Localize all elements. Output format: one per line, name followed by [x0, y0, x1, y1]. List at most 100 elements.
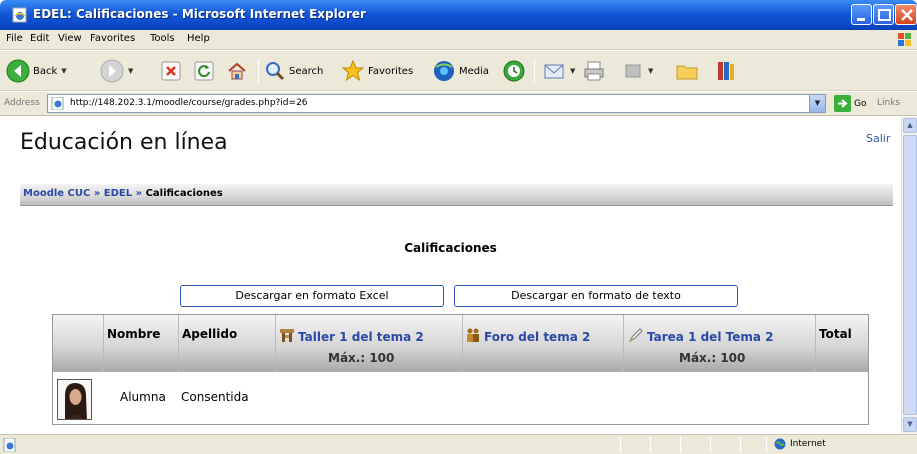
- column-header-surname[interactable]: Apellido: [182, 327, 237, 341]
- media-button[interactable]: Media: [432, 56, 489, 86]
- address-label: Address: [4, 98, 40, 108]
- history-button[interactable]: [502, 56, 526, 86]
- folder-button[interactable]: [675, 56, 699, 86]
- folder-icon: [676, 65, 698, 80]
- ie-page-icon: [51, 97, 64, 110]
- links-toolbar-button[interactable]: Links: [877, 98, 900, 108]
- toolbar-separator: [258, 59, 259, 83]
- maximize-icon: [878, 9, 891, 21]
- page-content: Educación en línea Salir Moodle CUC » ED…: [0, 117, 901, 434]
- status-separator: [740, 437, 741, 453]
- go-arrow-icon: [834, 95, 851, 112]
- menu-file[interactable]: File: [6, 33, 23, 44]
- maximize-button[interactable]: [873, 4, 894, 25]
- search-icon: [266, 62, 285, 81]
- ie-page-icon: [12, 7, 27, 23]
- column-header-total[interactable]: Total: [819, 327, 852, 341]
- print-icon: [584, 61, 604, 81]
- minimize-button[interactable]: [851, 4, 872, 25]
- breadcrumb: Moodle CUC » EDEL » Calificaciones: [23, 188, 223, 199]
- address-dropdown-icon[interactable]: ▼: [809, 95, 825, 112]
- back-dropdown-icon[interactable]: ▼: [61, 67, 66, 75]
- page-heading: Calificaciones: [404, 241, 497, 255]
- research-button[interactable]: [713, 56, 737, 86]
- menu-favorites[interactable]: Favorites: [90, 33, 135, 44]
- address-input[interactable]: http://148.202.3.1/moodle/course/grades.…: [47, 94, 826, 113]
- history-icon: [503, 60, 525, 82]
- address-url: http://148.202.3.1/moodle/course/grades.…: [70, 98, 308, 108]
- breadcrumb-course-link[interactable]: EDEL: [104, 188, 132, 199]
- close-button[interactable]: [895, 4, 917, 25]
- menu-tools[interactable]: Tools: [150, 33, 175, 44]
- site-title: Educación en línea: [20, 130, 228, 155]
- minimize-icon: [857, 18, 865, 21]
- forward-dropdown-icon[interactable]: ▼: [128, 67, 133, 75]
- status-separator: [620, 437, 621, 453]
- scrollbar-thumb[interactable]: [903, 135, 917, 415]
- edit-page-icon: [625, 64, 641, 78]
- student-surname[interactable]: Consentida: [181, 390, 249, 404]
- download-text-button[interactable]: Descargar en formato de texto: [454, 285, 738, 307]
- edit-button[interactable]: ▼: [622, 56, 653, 86]
- media-icon: [434, 61, 454, 81]
- assignment-icon: [628, 328, 643, 343]
- go-button[interactable]: Go: [834, 95, 866, 112]
- mail-button[interactable]: ▼: [542, 56, 575, 86]
- mail-dropdown-icon[interactable]: ▼: [570, 67, 575, 75]
- workshop-icon: [280, 329, 294, 342]
- back-button[interactable]: Back ▼: [6, 56, 67, 86]
- column-header-taller[interactable]: Taller 1 del tema 2: [279, 327, 424, 344]
- column-separator: [103, 315, 104, 372]
- edit-dropdown-icon[interactable]: ▼: [648, 67, 653, 75]
- stop-button[interactable]: [160, 56, 182, 86]
- title-bar: EDEL: Calificaciones - Microsoft Interne…: [0, 0, 917, 30]
- column-header-name[interactable]: Nombre: [107, 327, 160, 341]
- toolbar-separator: [534, 59, 535, 83]
- research-book-icon: [718, 62, 734, 80]
- window-title: EDEL: Calificaciones - Microsoft Interne…: [33, 7, 366, 21]
- refresh-icon: [194, 61, 214, 81]
- status-separator: [766, 437, 767, 453]
- home-icon: [228, 62, 246, 80]
- home-button[interactable]: [226, 56, 248, 86]
- menu-help[interactable]: Help: [187, 33, 210, 44]
- menu-edit[interactable]: Edit: [30, 33, 49, 44]
- column-separator: [815, 315, 816, 372]
- menu-bar: File Edit View Favorites Tools Help: [0, 30, 917, 50]
- column-header-tarea[interactable]: Tarea 1 del Tema 2: [628, 327, 773, 344]
- breadcrumb-separator: »: [93, 188, 101, 199]
- favorites-star-icon: [341, 59, 365, 82]
- column-header-foro[interactable]: Foro del tema 2: [465, 327, 590, 344]
- search-button[interactable]: Search: [264, 56, 323, 86]
- breadcrumb-bar: Moodle CUC » EDEL » Calificaciones: [20, 184, 893, 206]
- print-button[interactable]: [582, 56, 606, 86]
- breadcrumb-separator: »: [135, 188, 143, 199]
- student-name: Alumna: [120, 390, 166, 404]
- toolbar: Back ▼ ▼ Search Favorites Media ▼ ▼: [0, 51, 917, 91]
- taller-max-grade: Máx.: 100: [328, 351, 395, 365]
- security-zone: Internet: [774, 438, 826, 450]
- address-bar: Address http://148.202.3.1/moodle/course…: [0, 92, 917, 116]
- refresh-button[interactable]: [193, 56, 215, 86]
- download-excel-button[interactable]: Descargar en formato Excel: [180, 285, 444, 307]
- forward-arrow-icon: [100, 59, 124, 83]
- back-arrow-icon: [6, 59, 30, 83]
- column-separator: [275, 315, 276, 372]
- scroll-up-icon[interactable]: ▲: [903, 118, 917, 133]
- stop-icon: [161, 61, 181, 81]
- favorites-button[interactable]: Favorites: [341, 56, 413, 86]
- column-separator: [178, 315, 179, 372]
- menu-view[interactable]: View: [58, 33, 82, 44]
- page-done-icon: [3, 438, 16, 452]
- grades-table: Nombre Apellido Taller 1 del tema 2 Máx.…: [52, 314, 869, 425]
- vertical-scrollbar[interactable]: ▲ ▼: [901, 117, 917, 434]
- windows-logo-icon: [898, 33, 911, 46]
- breadcrumb-home-link[interactable]: Moodle CUC: [23, 188, 90, 199]
- scroll-down-icon[interactable]: ▼: [903, 417, 917, 432]
- column-separator: [462, 315, 463, 372]
- logout-link[interactable]: Salir: [866, 132, 890, 145]
- breadcrumb-current: Calificaciones: [145, 188, 223, 199]
- column-separator: [623, 315, 624, 372]
- forward-button[interactable]: ▼: [100, 56, 133, 86]
- student-avatar[interactable]: [57, 379, 92, 420]
